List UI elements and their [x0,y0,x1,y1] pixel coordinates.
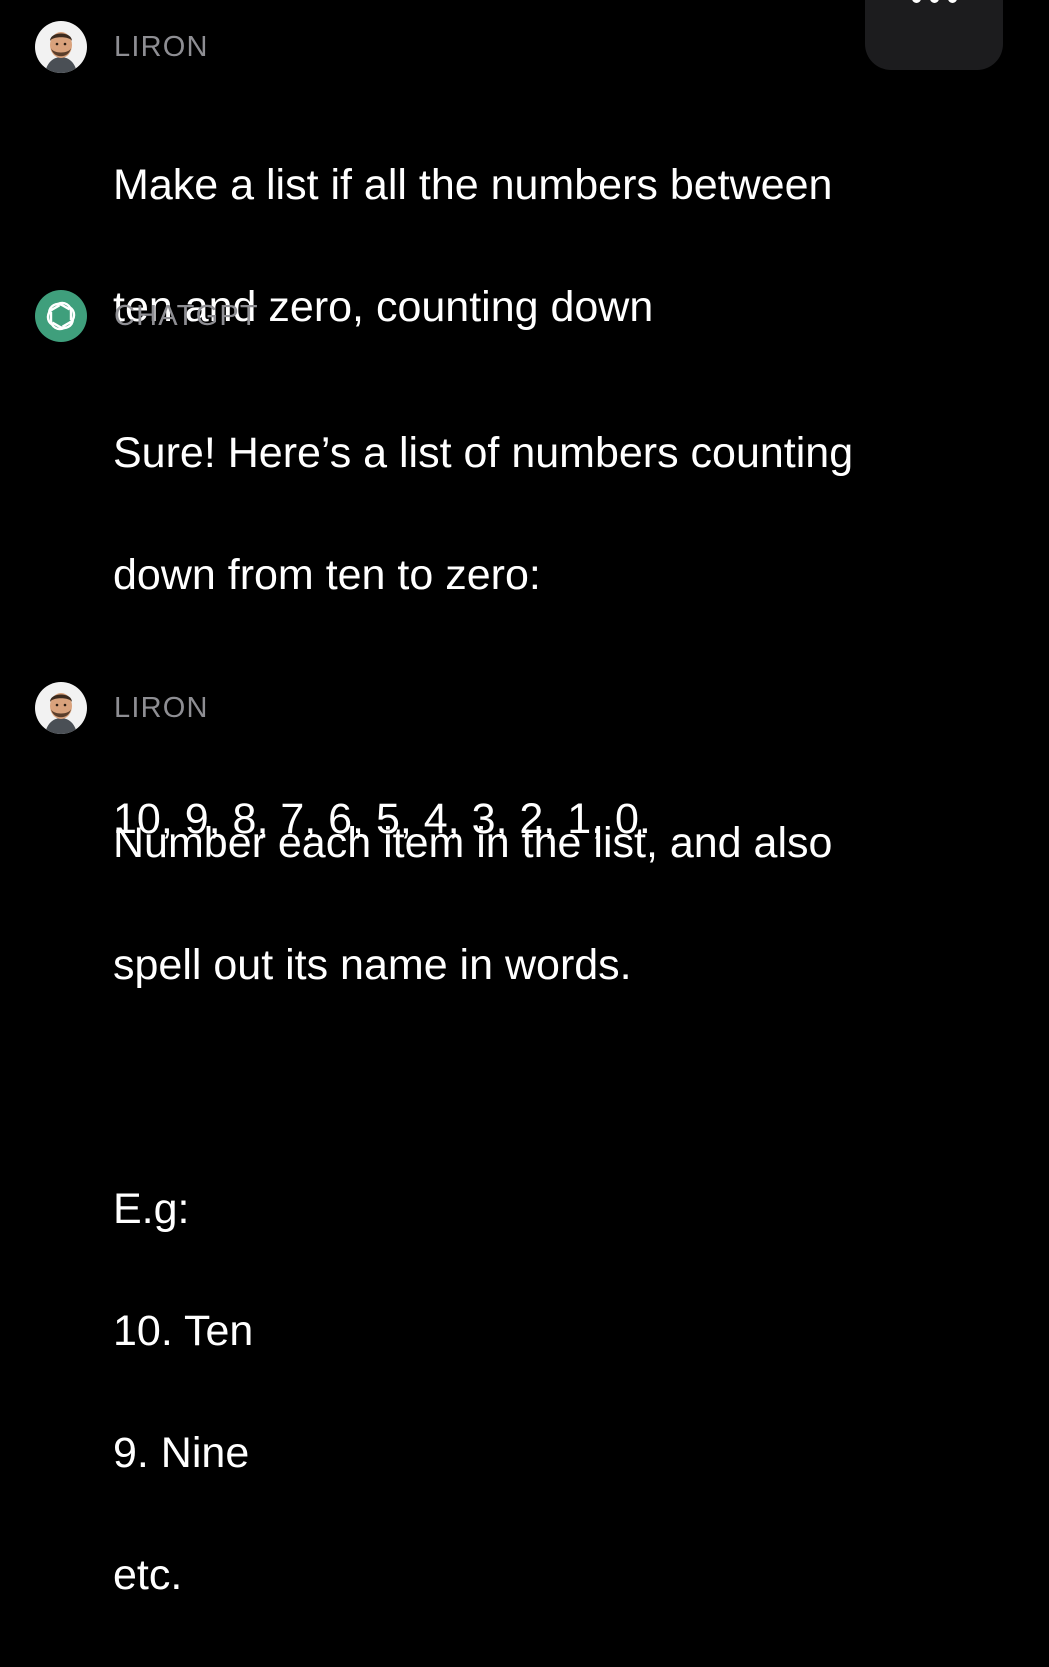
message-line: etc. [113,1551,183,1599]
openai-logo-icon [35,290,87,342]
message-header-user: LIRON [35,21,209,73]
sender-name: LIRON [114,691,209,724]
message-text-user: Make a list if all the numbers between t… [113,94,993,399]
more-options-button[interactable] [865,0,1003,70]
sender-name: LIRON [114,30,209,63]
message-line: down from ten to zero: [113,551,541,599]
message-header-user: LIRON [35,682,209,734]
message-header-assistant: CHATGPT [35,290,259,342]
message-line: E.g: [113,1185,190,1233]
message-line: 10. Ten [113,1307,254,1355]
message-text-user: Number each item in the list, and also s… [113,752,993,1667]
message-line: 9. Nine [113,1429,250,1477]
ellipsis-icon [865,0,1003,3]
sender-name: CHATGPT [114,299,259,332]
message-line: Number each item in the list, and also [113,819,833,867]
message-line: spell out its name in words. [113,941,632,989]
user-avatar [35,682,87,734]
message-line: Sure! Here’s a list of numbers counting [113,429,854,477]
message-line: Make a list if all the numbers between [113,161,833,209]
user-avatar [35,21,87,73]
